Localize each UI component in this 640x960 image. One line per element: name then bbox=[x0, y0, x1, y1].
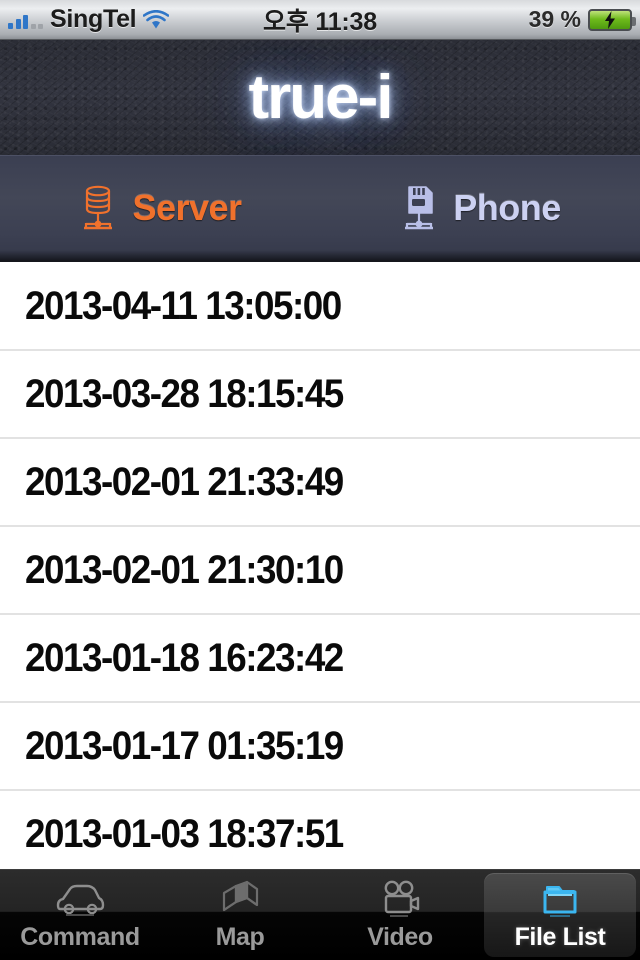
map-icon bbox=[214, 879, 266, 921]
tab-map-label: Map bbox=[215, 922, 265, 951]
folder-icon bbox=[534, 879, 586, 921]
file-list-row-timestamp: 2013-02-01 21:30:10 bbox=[25, 547, 344, 592]
source-selector-bar: Server Phone bbox=[0, 155, 640, 262]
source-tab-phone-label: Phone bbox=[453, 187, 561, 228]
file-list-row-timestamp: 2013-04-11 13:05:00 bbox=[25, 283, 342, 328]
tab-bar: Command Map Video File List bbox=[0, 869, 640, 960]
file-list-row[interactable]: 2013-01-18 16:23:42 bbox=[0, 615, 640, 703]
file-list-row-timestamp: 2013-01-17 01:35:19 bbox=[25, 723, 344, 768]
tab-file-list[interactable]: File List bbox=[480, 870, 640, 960]
tab-video-label: Video bbox=[367, 922, 433, 951]
tab-file-list-label: File List bbox=[514, 922, 606, 951]
database-server-icon bbox=[78, 184, 118, 232]
tab-map[interactable]: Map bbox=[160, 870, 320, 960]
tab-command[interactable]: Command bbox=[0, 870, 160, 960]
status-bar: SingTel 오후 11:38 39 % bbox=[0, 0, 640, 40]
app-screen: SingTel 오후 11:38 39 % true-i Server Phon… bbox=[0, 0, 640, 960]
app-logo: true-i bbox=[248, 63, 394, 132]
file-list-row-timestamp: 2013-01-18 16:23:42 bbox=[25, 635, 344, 680]
wifi-icon bbox=[143, 9, 170, 30]
tab-command-label: Command bbox=[20, 922, 140, 951]
tab-video[interactable]: Video bbox=[320, 870, 480, 960]
file-list-row[interactable]: 2013-02-01 21:33:49 bbox=[0, 439, 640, 527]
video-camera-icon bbox=[374, 879, 426, 921]
file-list-row[interactable]: 2013-04-11 13:05:00 bbox=[0, 263, 640, 351]
status-bar-right: 39 % bbox=[528, 6, 636, 33]
source-tab-server[interactable]: Server bbox=[0, 156, 320, 260]
source-tab-server-label: Server bbox=[132, 187, 242, 228]
app-header: true-i bbox=[0, 40, 640, 155]
carrier-label: SingTel bbox=[50, 5, 137, 33]
file-list-row[interactable]: 2013-01-03 18:37:51 bbox=[0, 791, 640, 870]
car-icon bbox=[54, 879, 106, 921]
file-list-row-timestamp: 2013-01-03 18:37:51 bbox=[25, 811, 344, 856]
status-bar-left: SingTel bbox=[0, 5, 170, 34]
signal-bars-icon bbox=[8, 11, 43, 29]
source-tab-phone[interactable]: Phone bbox=[320, 156, 640, 260]
sd-card-icon bbox=[399, 184, 439, 232]
file-list-row[interactable]: 2013-03-28 18:15:45 bbox=[0, 351, 640, 439]
file-list-row[interactable]: 2013-02-01 21:30:10 bbox=[0, 527, 640, 615]
file-list-row[interactable]: 2013-01-17 01:35:19 bbox=[0, 703, 640, 791]
file-list-row-timestamp: 2013-02-01 21:33:49 bbox=[25, 459, 344, 504]
file-list-row-timestamp: 2013-03-28 18:15:45 bbox=[25, 371, 344, 416]
battery-percent-label: 39 % bbox=[528, 6, 581, 32]
file-list[interactable]: 2013-04-11 13:05:00 2013-03-28 18:15:45 20… bbox=[0, 263, 640, 870]
battery-charging-icon bbox=[588, 8, 636, 31]
